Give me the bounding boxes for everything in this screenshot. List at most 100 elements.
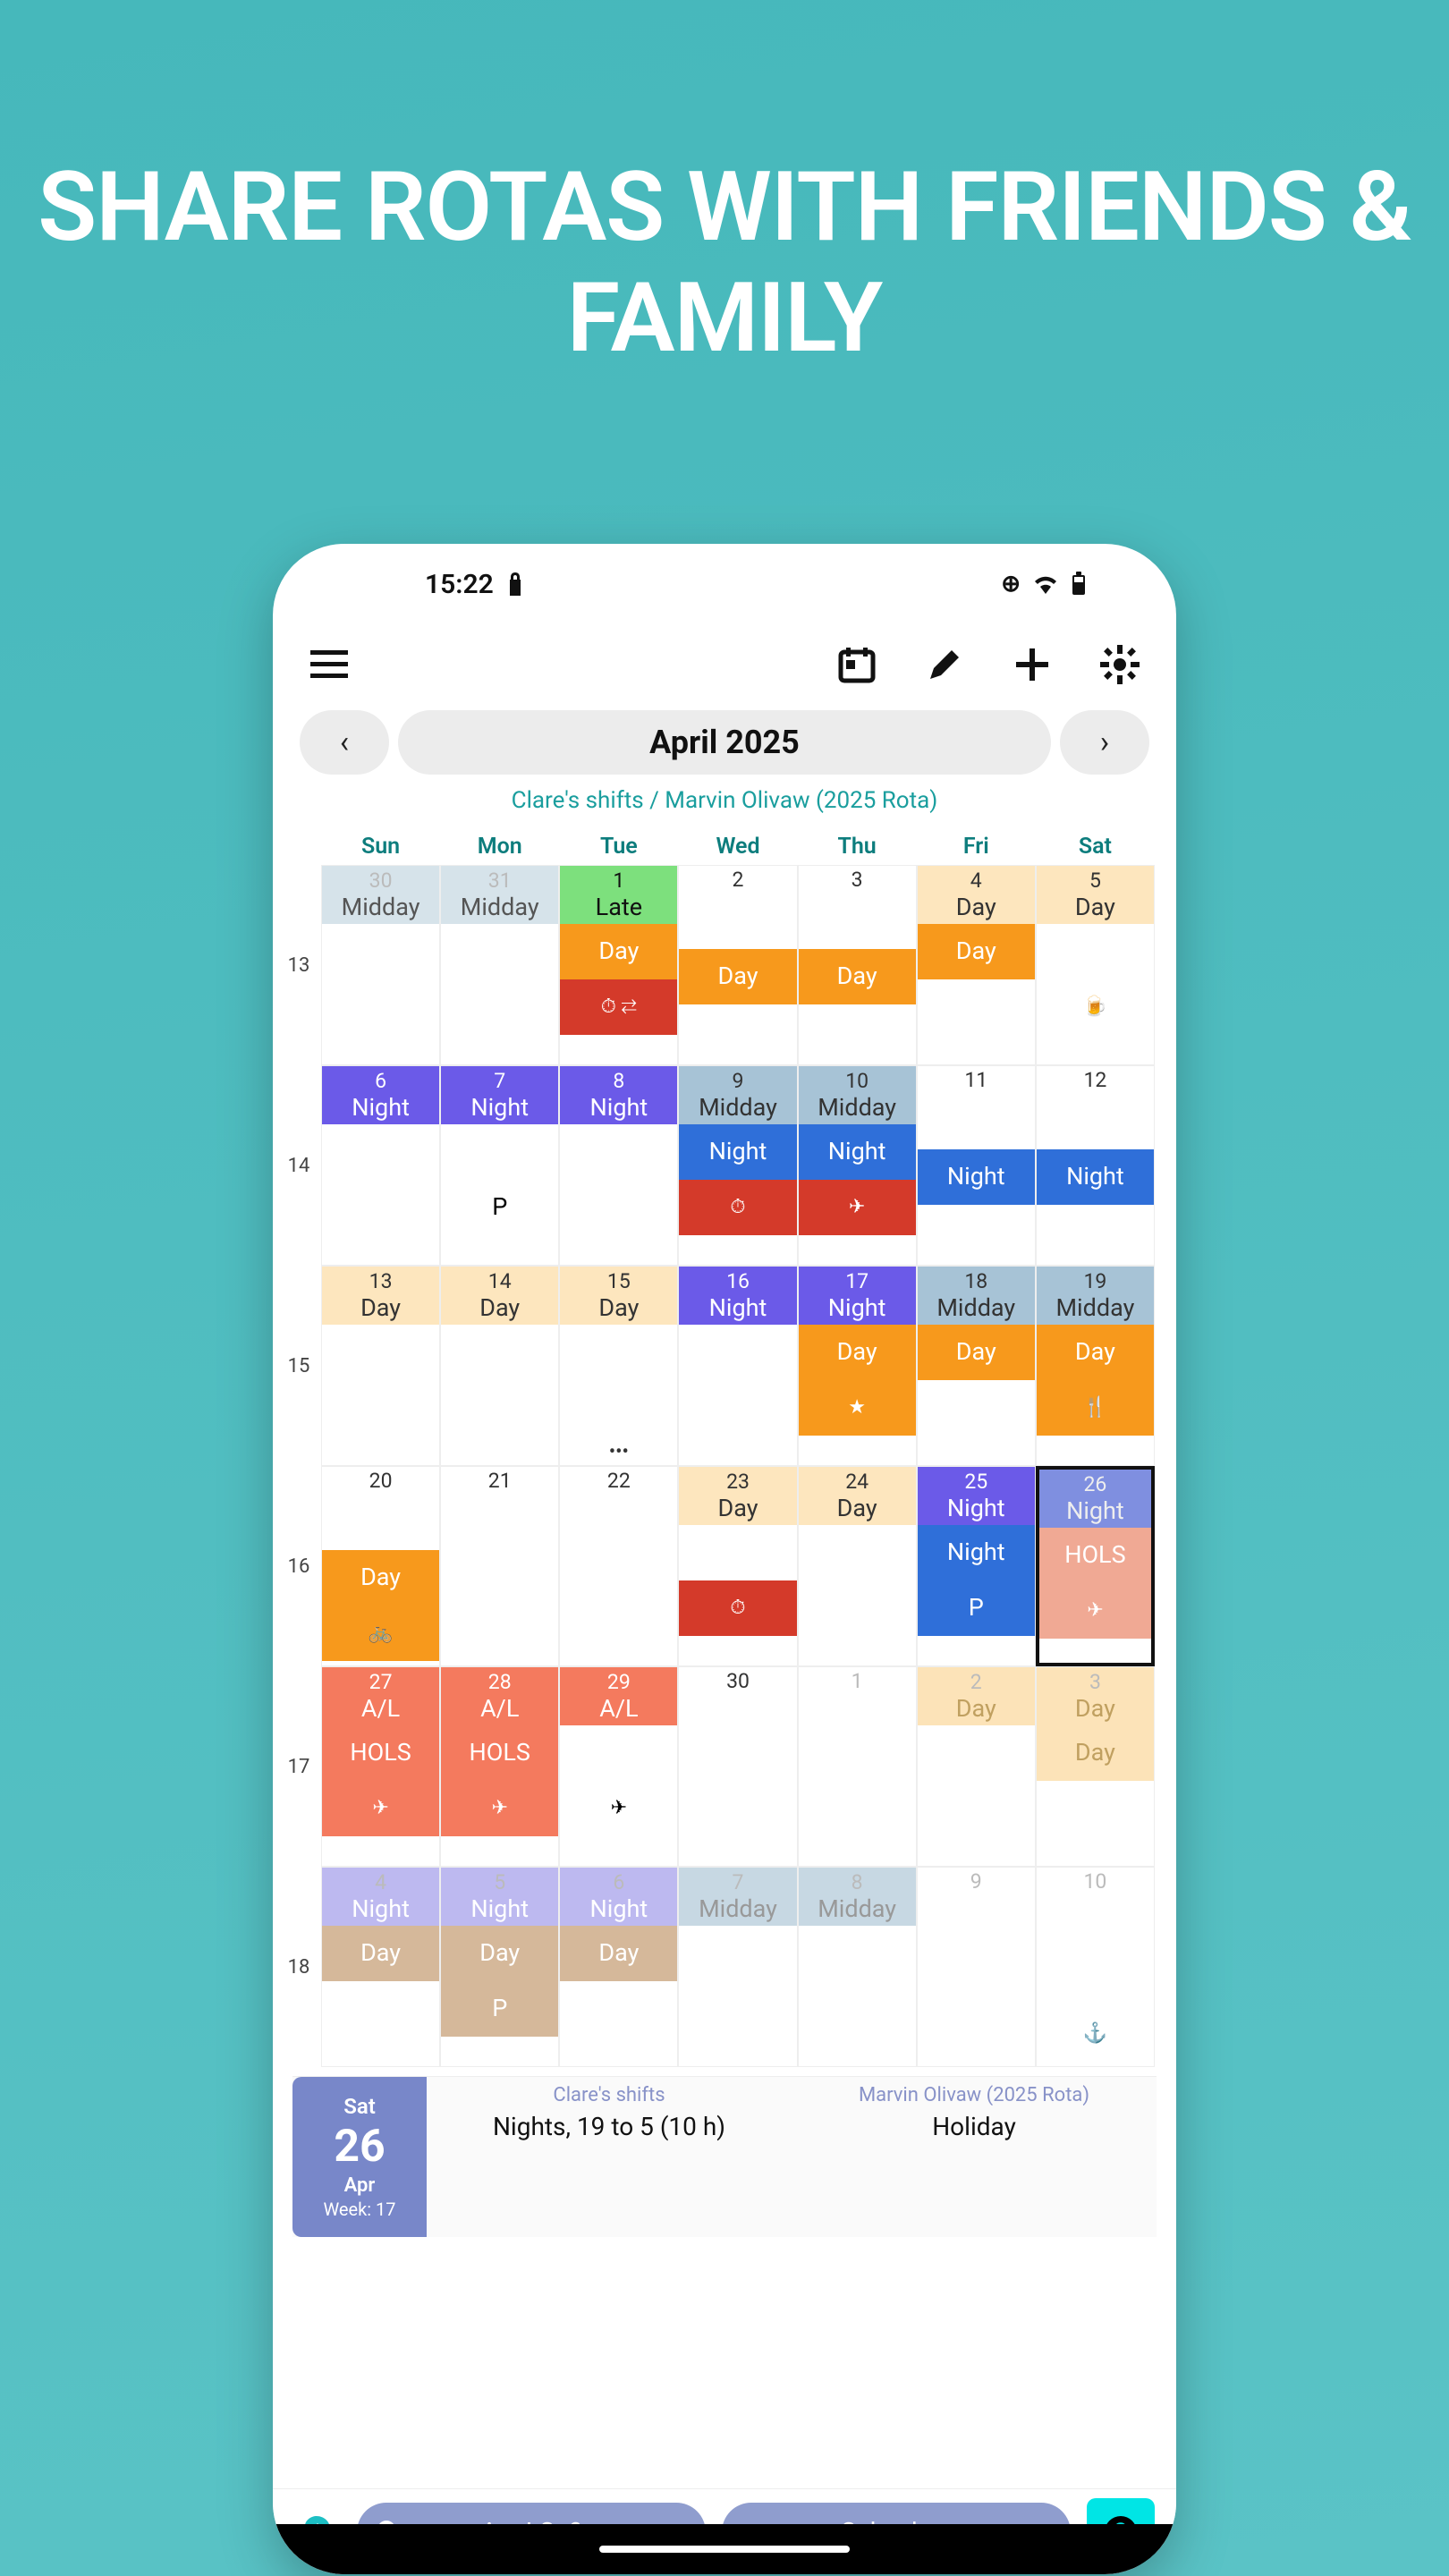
shift-label: Midday [799,1095,916,1122]
day-number: 1 [560,868,677,894]
calendar-cell[interactable]: 5NightDayP [440,1867,559,2067]
calendar-cell[interactable]: 17NightDay★ [798,1266,917,1466]
calendar-cell[interactable]: 11Night [917,1065,1036,1266]
shift-block: 5Night [441,1868,558,1926]
shift-block: 24Day [799,1467,916,1525]
calendar-cell[interactable]: 3DayDay [1036,1666,1155,1867]
today-icon[interactable] [836,644,877,685]
detail-column-1[interactable]: Clare's shifts Nights, 19 to 5 (10 h) [427,2077,792,2237]
day-number: 14 [441,1268,558,1294]
calendar-cell[interactable]: 7Night P [440,1065,559,1266]
detail-week: Week: 17 [323,2199,395,2220]
shift-label: Night [560,1095,677,1122]
week-row: 1513Day14Day15Day •••16Night17NightDay★1… [276,1266,1155,1466]
calendar-cell[interactable]: 18MiddayDay [917,1266,1036,1466]
calendar-cell[interactable]: 2Day [678,865,797,1065]
calendar-cell[interactable]: 6Night [321,1065,440,1266]
calendar-cell[interactable]: 26NightHOLS✈ [1036,1466,1155,1666]
calendar-cell[interactable]: 27A/LHOLS✈ [321,1666,440,1867]
calendar-cell[interactable]: 23Day ⏱ [678,1466,797,1666]
calendar-cell[interactable]: 4DayDay [917,865,1036,1065]
nav-handle[interactable] [273,2524,1176,2574]
shift-label: Night [441,1896,558,1923]
shift-block: Day [560,924,677,979]
week-number: 14 [276,1065,321,1266]
calendar-cell[interactable]: 29A/L ✈ [559,1666,678,1867]
calendar-cell[interactable]: 8Midday [798,1867,917,2067]
shift-block: Night [1037,1149,1154,1205]
week-number: 16 [276,1466,321,1666]
shift-block: Day [1037,1725,1154,1781]
status-bar: 15:22 ⊕ [273,544,1176,624]
week-row: 1727A/LHOLS✈28A/LHOLS✈29A/L ✈3012Day3Day… [276,1666,1155,1867]
shift-label: Midday [441,894,558,921]
day-number: 24 [799,1469,916,1495]
calendar-cell[interactable]: 5Day 🍺 [1036,865,1155,1065]
shift-block: 🚲 [322,1606,439,1661]
calendar-cell[interactable]: 1 [798,1666,917,1867]
shift-block: 7Night [441,1066,558,1124]
calendar-cell[interactable]: 1LateDay⏱ ⇄ [559,865,678,1065]
calendar-cell[interactable]: 30Midday [321,865,440,1065]
calendar-cell[interactable]: 12Night [1036,1065,1155,1266]
calendar-cell[interactable]: 10 ⚓ [1036,1867,1155,2067]
calendar-cell[interactable]: 31Midday [440,865,559,1065]
calendar-cell[interactable]: 22 [559,1466,678,1666]
detail-column-2[interactable]: Marvin Olivaw (2025 Rota) Holiday [792,2077,1157,2237]
day-number: 7 [679,1869,796,1895]
shift-block: P [918,1580,1035,1636]
shift-block: ✈ [322,1781,439,1836]
calendar-cell[interactable]: 2Day [917,1666,1036,1867]
calendar-cell[interactable]: 7Midday [678,1867,797,2067]
calendar-cell[interactable]: 15Day ••• [559,1266,678,1466]
detail-month: Apr [344,2174,376,2197]
calendar-cell[interactable]: 16Night [678,1266,797,1466]
calendar-cell[interactable]: 13Day [321,1266,440,1466]
calendar-cell[interactable]: 19MiddayDay🍴 [1036,1266,1155,1466]
menu-icon[interactable] [309,644,350,685]
calendar-cell[interactable]: 20Day🚲 [321,1466,440,1666]
month-title[interactable]: April 2025 [398,710,1051,775]
lock-icon [506,572,524,596]
calendar-cell[interactable]: 9MiddayNight⏱ [678,1065,797,1266]
prev-month-button[interactable]: ‹ [300,710,389,775]
calendar-cell[interactable]: 6NightDay [559,1867,678,2067]
add-icon[interactable] [1012,644,1053,685]
shift-block: Day [441,1926,558,1981]
calendar-cell[interactable]: 3Day [798,865,917,1065]
calendar-cell[interactable]: 24Day [798,1466,917,1666]
shift-block: HOLS [441,1725,558,1781]
day-number: 9 [679,1068,796,1094]
shift-label: Day [441,1295,558,1322]
calendar-cell[interactable]: 30 [678,1666,797,1867]
shift-block: ✈ [1039,1583,1151,1639]
day-number: 18 [918,1268,1035,1294]
shift-block: Night [918,1525,1035,1580]
shift-label: Night [322,1095,439,1122]
dow-sun: Sun [321,828,440,865]
day-number: 5 [1037,868,1154,894]
calendar-cell[interactable]: 8Night [559,1065,678,1266]
shift-block [1037,1951,1154,2006]
shift-label: Midday [918,1295,1035,1322]
edit-icon[interactable] [924,644,965,685]
settings-icon[interactable] [1099,644,1140,685]
day-number: 28 [441,1669,558,1695]
shift-block: 16Night [679,1267,796,1325]
calendar-cell[interactable]: 4NightDay [321,1867,440,2067]
more-indicator-icon: ••• [560,1441,677,1463]
calendar-cell[interactable]: 14Day [440,1266,559,1466]
shift-block: 15Day [560,1267,677,1325]
shift-label: Night [560,1896,677,1923]
calendar-cell[interactable]: 21 [440,1466,559,1666]
next-month-button[interactable]: › [1060,710,1149,775]
calendar-cell[interactable]: 25NightNightP [917,1466,1036,1666]
calendar-cell[interactable]: 9 [917,1867,1036,2067]
calendar-cell[interactable]: 10MiddayNight✈ [798,1065,917,1266]
calendar-cell[interactable]: 28A/LHOLS✈ [440,1666,559,1867]
day-number: 25 [918,1469,1035,1495]
shift-block: HOLS [1039,1528,1151,1583]
shift-block: 2Day [918,1667,1035,1725]
day-number: 15 [560,1268,677,1294]
shift-block: ✈ [799,1180,916,1235]
